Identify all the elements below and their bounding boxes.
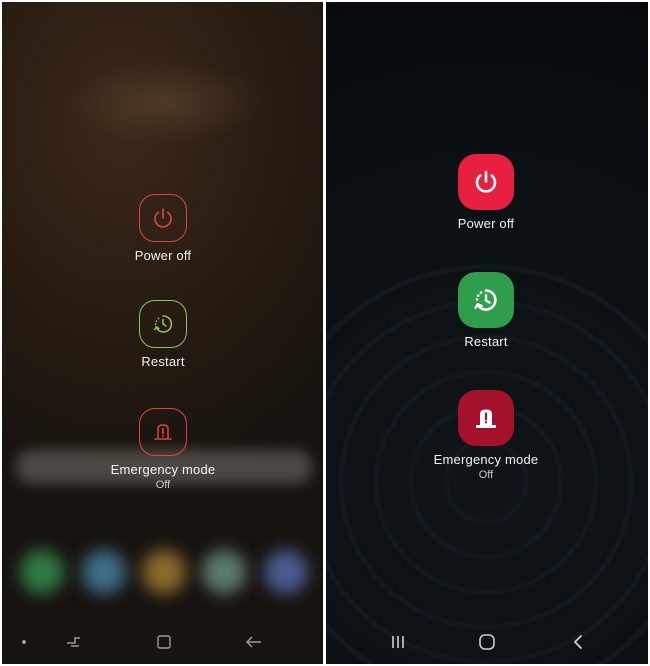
- power-off-action[interactable]: Power off: [108, 194, 218, 263]
- emergency-siren-icon: [154, 424, 172, 440]
- power-icon: [475, 170, 497, 193]
- blurred-app-icon: [82, 550, 126, 594]
- emergency-mode-action[interactable]: Emergency mode Off: [421, 390, 551, 481]
- navigation-bar: [326, 620, 648, 664]
- restart-label: Restart: [464, 334, 508, 349]
- restart-label: Restart: [141, 354, 185, 369]
- emergency-mode-button[interactable]: [458, 390, 514, 446]
- emergency-mode-button[interactable]: [139, 408, 187, 456]
- power-off-label: Power off: [134, 248, 192, 263]
- power-off-label: Power off: [457, 216, 515, 231]
- power-icon: [154, 208, 172, 228]
- power-off-button[interactable]: [458, 154, 514, 210]
- home-icon[interactable]: [477, 632, 497, 652]
- emergency-mode-status: Off: [155, 479, 171, 491]
- power-menu-new-style: Power off Restart Emergency mode Off: [326, 2, 648, 664]
- recents-icon[interactable]: [388, 632, 408, 652]
- recents-icon[interactable]: [64, 632, 84, 652]
- restart-icon: [153, 315, 173, 333]
- power-off-button[interactable]: [139, 194, 187, 242]
- emergency-mode-label: Emergency mode: [110, 462, 216, 477]
- emergency-siren-icon: [476, 409, 496, 428]
- blurred-app-icon: [202, 550, 246, 594]
- blurred-app-icon: [142, 550, 186, 594]
- back-icon[interactable]: [244, 632, 264, 652]
- restart-button[interactable]: [139, 300, 187, 348]
- restart-icon: [474, 289, 497, 311]
- restart-action[interactable]: Restart: [431, 272, 541, 349]
- emergency-mode-status: Off: [478, 469, 494, 481]
- power-menu-old-style: Power off Restart Emergency mode Off: [2, 2, 323, 664]
- emergency-mode-label: Emergency mode: [433, 452, 539, 467]
- restart-action[interactable]: Restart: [108, 300, 218, 369]
- blurred-app-icon: [264, 550, 308, 594]
- blurred-app-icon: [20, 550, 64, 594]
- back-icon[interactable]: [568, 632, 588, 652]
- emergency-mode-action[interactable]: Emergency mode Off: [98, 408, 228, 491]
- power-off-action[interactable]: Power off: [431, 154, 541, 231]
- nav-dot-icon: [14, 632, 34, 652]
- navigation-bar: [2, 620, 323, 664]
- restart-button[interactable]: [458, 272, 514, 328]
- home-icon[interactable]: [154, 632, 174, 652]
